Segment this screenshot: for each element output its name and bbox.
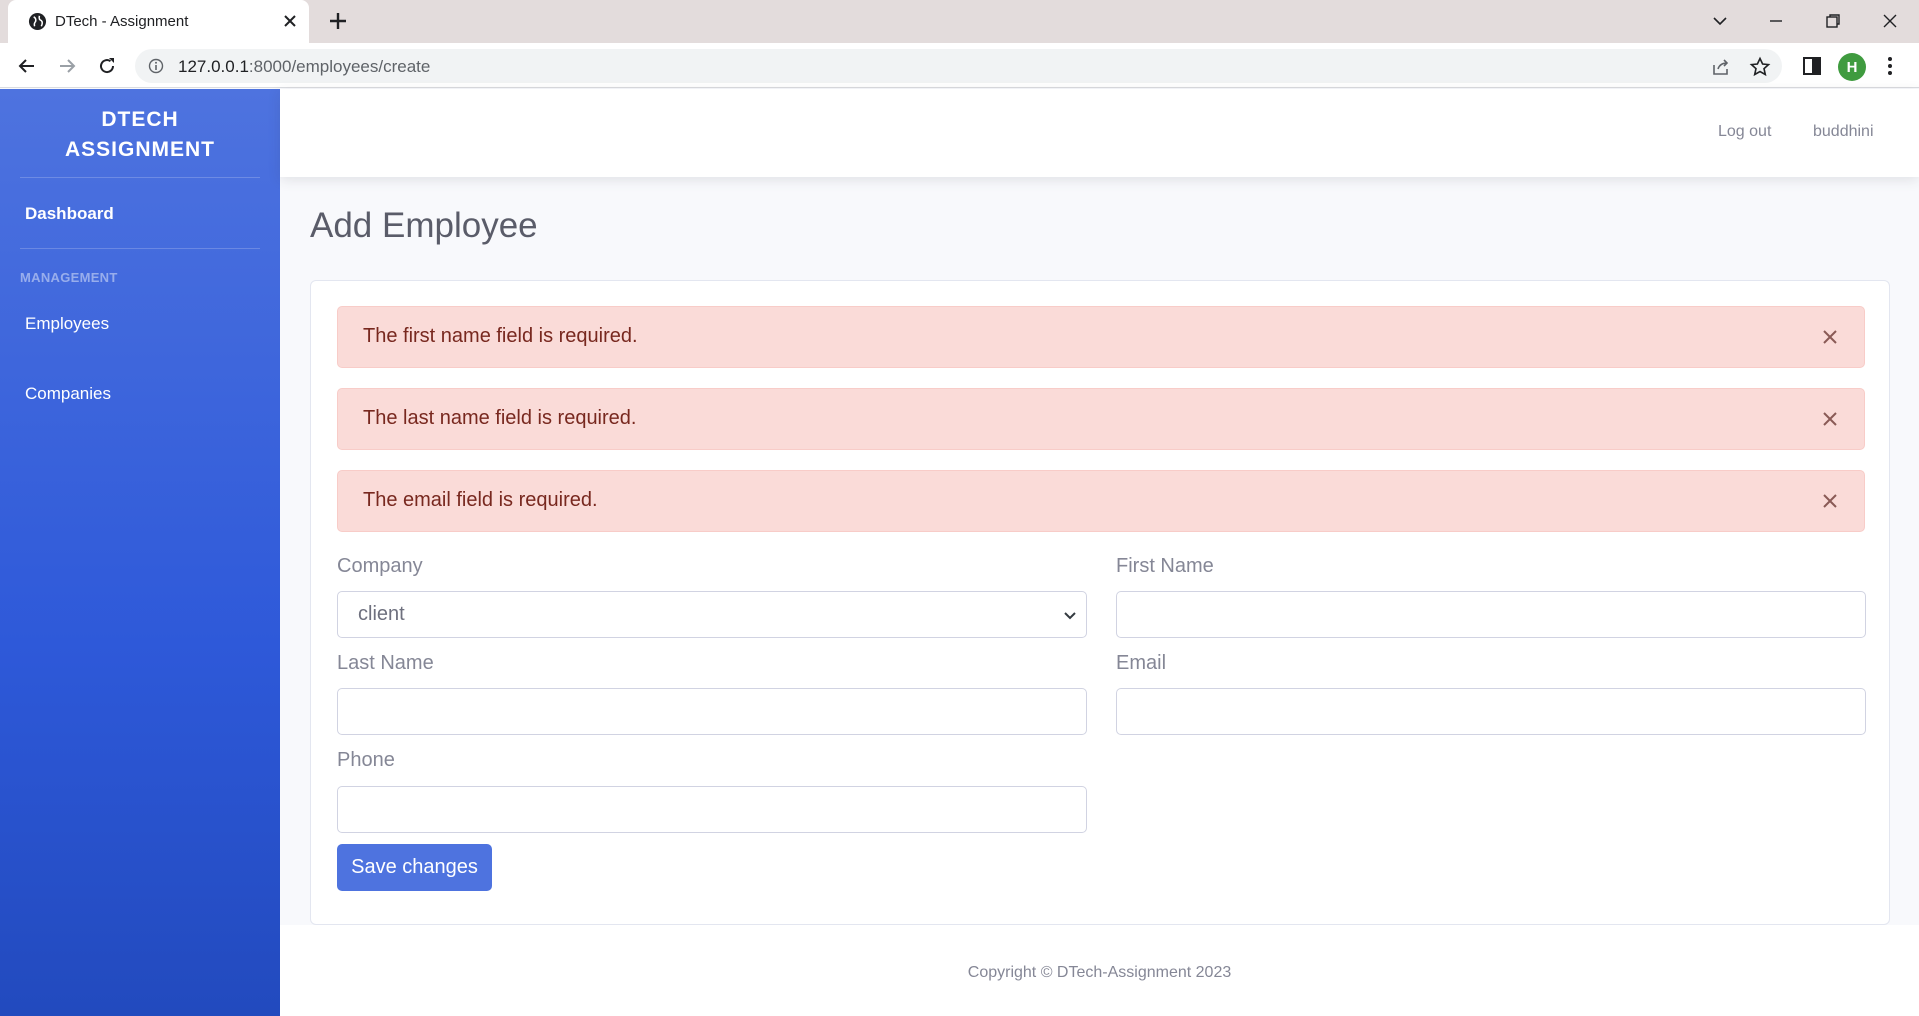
- info-icon[interactable]: [148, 58, 164, 74]
- browser-tab-strip: DTech - Assignment: [0, 0, 1919, 43]
- tab-search-button[interactable]: [1704, 6, 1736, 36]
- logout-link[interactable]: Log out: [1718, 123, 1771, 141]
- close-icon[interactable]: [1820, 491, 1840, 511]
- footer: Copyright © DTech-Assignment 2023: [280, 925, 1919, 1016]
- arrow-left-icon: [18, 59, 34, 73]
- reload-button[interactable]: [94, 53, 120, 79]
- close-icon[interactable]: [280, 11, 300, 31]
- alert-text: The last name field is required.: [363, 407, 637, 429]
- kebab-menu-icon[interactable]: [1886, 55, 1894, 77]
- forward-button[interactable]: [54, 53, 80, 79]
- sidebar: DTECH ASSIGNMENT Dashboard MANAGEMENT Em…: [0, 89, 280, 1016]
- arrow-right-icon: [60, 59, 76, 73]
- sidebar-heading: MANAGEMENT: [20, 270, 118, 285]
- error-alert: The last name field is required.: [337, 388, 1865, 450]
- tab-title: DTech - Assignment: [55, 13, 189, 30]
- close-icon[interactable]: [1820, 409, 1840, 429]
- email-field[interactable]: [1116, 688, 1866, 735]
- company-selected-value: client: [358, 603, 405, 625]
- restore-icon: [1826, 14, 1840, 28]
- back-button[interactable]: [14, 53, 40, 79]
- star-icon[interactable]: [1749, 56, 1771, 78]
- alert-text: The first name field is required.: [363, 325, 638, 347]
- save-button[interactable]: Save changes: [337, 844, 492, 891]
- company-select[interactable]: client: [337, 591, 1087, 638]
- alert-text: The email field is required.: [363, 489, 598, 511]
- side-panel-icon[interactable]: [1801, 55, 1823, 77]
- restore-button[interactable]: [1817, 6, 1849, 36]
- phone-field[interactable]: [337, 786, 1087, 833]
- share-icon[interactable]: [1710, 56, 1732, 78]
- sidebar-item-companies[interactable]: Companies: [25, 384, 111, 404]
- url-host: 127.0.0.1: [178, 57, 249, 76]
- close-icon[interactable]: [1820, 327, 1840, 347]
- first-name-field[interactable]: [1116, 591, 1866, 638]
- url-path: :8000/employees/create: [248, 57, 431, 76]
- profile-avatar[interactable]: H: [1838, 53, 1866, 81]
- sidebar-item-dashboard[interactable]: Dashboard: [25, 204, 114, 224]
- topbar: Log out buddhini: [280, 89, 1919, 177]
- email-label: Email: [1116, 652, 1167, 674]
- url-text: 127.0.0.1:8000/employees/create: [178, 57, 430, 77]
- plus-icon[interactable]: [327, 10, 349, 32]
- close-window-button[interactable]: [1874, 6, 1906, 36]
- phone-label: Phone: [337, 749, 395, 771]
- sidebar-divider: [20, 177, 260, 178]
- form-card: The first name field is required. The la…: [310, 280, 1890, 925]
- minimize-button[interactable]: [1760, 6, 1792, 36]
- page-title: Add Employee: [310, 206, 538, 245]
- browser-tab[interactable]: DTech - Assignment: [8, 0, 309, 43]
- first-name-label: First Name: [1116, 555, 1214, 577]
- globe-icon: [28, 12, 47, 31]
- user-name[interactable]: buddhini: [1813, 123, 1874, 141]
- sidebar-divider: [20, 248, 260, 249]
- close-icon: [1883, 14, 1897, 28]
- chevron-down-icon: [1064, 612, 1076, 620]
- copyright-text: Copyright © DTech-Assignment 2023: [967, 964, 1232, 981]
- sidebar-item-employees[interactable]: Employees: [25, 314, 109, 334]
- error-alert: The email field is required.: [337, 470, 1865, 532]
- chevron-down-icon: [1713, 17, 1727, 26]
- browser-toolbar: 127.0.0.1:8000/employees/create H: [0, 43, 1919, 88]
- error-alert: The first name field is required.: [337, 306, 1865, 368]
- minimize-icon: [1770, 20, 1782, 22]
- company-label: Company: [337, 555, 423, 577]
- brand-line-1: DTECH: [101, 108, 179, 131]
- brand-logo[interactable]: DTECH ASSIGNMENT: [0, 105, 280, 165]
- last-name-label: Last Name: [337, 652, 434, 674]
- reload-icon: [100, 58, 115, 74]
- brand-line-2: ASSIGNMENT: [64, 138, 215, 161]
- address-bar[interactable]: 127.0.0.1:8000/employees/create: [135, 49, 1782, 83]
- last-name-field[interactable]: [337, 688, 1087, 735]
